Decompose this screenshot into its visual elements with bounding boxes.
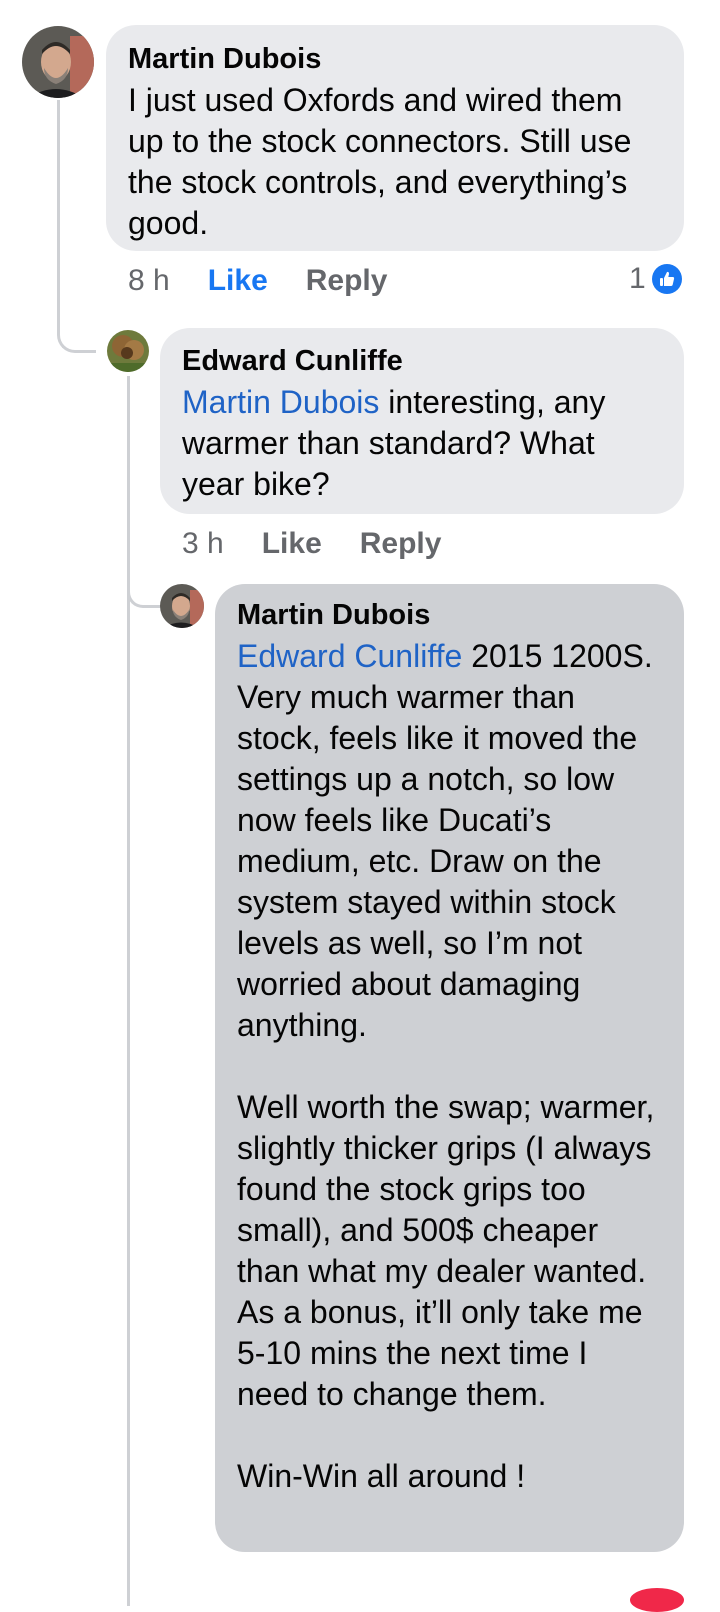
like-thumb-icon bbox=[651, 264, 682, 294]
reply-button[interactable]: Reply bbox=[306, 264, 388, 298]
comment-text: I just used Oxfords and wired them up to… bbox=[128, 82, 632, 241]
reaction-count[interactable]: 1 bbox=[629, 258, 682, 300]
like-button[interactable]: Like bbox=[262, 527, 322, 561]
comment-timestamp[interactable]: 8 h bbox=[128, 264, 170, 298]
comment-text: Martin Dubois interesting, any warmer th… bbox=[182, 382, 662, 505]
mention-link[interactable]: Martin Dubois bbox=[182, 384, 379, 420]
comment-text-body: 2015 1200S. Very much warmer than stock,… bbox=[237, 638, 655, 1494]
comment-bubble[interactable]: Edward Cunliffe Martin Dubois interestin… bbox=[160, 328, 684, 514]
comment-bubble[interactable]: Martin Dubois I just used Oxfords and wi… bbox=[106, 25, 684, 251]
comment-author[interactable]: Martin Dubois bbox=[237, 595, 662, 636]
comment-bubble[interactable]: Martin Dubois Edward Cunliffe 2015 1200S… bbox=[215, 584, 684, 1552]
avatar[interactable] bbox=[107, 330, 149, 372]
profile-photo-icon bbox=[22, 26, 94, 98]
like-button[interactable]: Like bbox=[208, 264, 268, 298]
comment-author[interactable]: Martin Dubois bbox=[128, 39, 662, 80]
comment-author[interactable]: Edward Cunliffe bbox=[182, 341, 662, 382]
thread-line bbox=[57, 100, 96, 353]
comment-timestamp[interactable]: 3 h bbox=[182, 527, 224, 561]
avatar[interactable] bbox=[22, 26, 94, 98]
thread-line bbox=[127, 560, 162, 608]
avatar[interactable] bbox=[160, 584, 204, 628]
next-row-partial bbox=[630, 1588, 684, 1612]
profile-photo-icon bbox=[107, 330, 149, 372]
reaction-count-number: 1 bbox=[629, 262, 646, 295]
comment-actions: 3 h Like Reply bbox=[182, 523, 479, 565]
comment-text: Edward Cunliffe 2015 1200S. Very much wa… bbox=[237, 636, 662, 1497]
mention-link[interactable]: Edward Cunliffe bbox=[237, 638, 462, 674]
comment-actions: 8 h Like Reply bbox=[128, 260, 425, 302]
profile-photo-icon bbox=[160, 584, 204, 628]
reply-button[interactable]: Reply bbox=[360, 527, 442, 561]
